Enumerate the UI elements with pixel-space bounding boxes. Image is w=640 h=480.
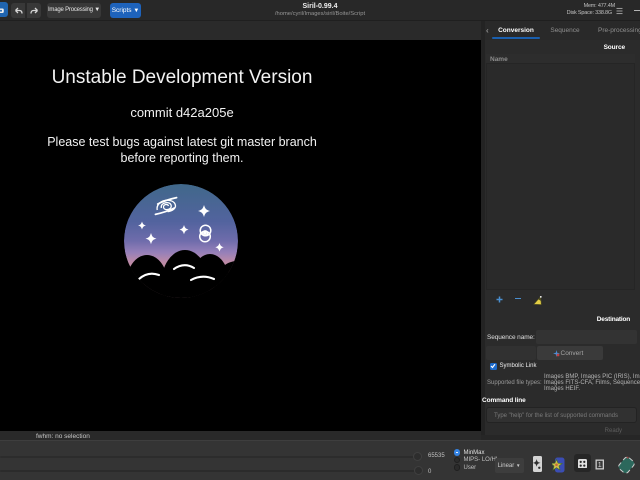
svg-text:1: 1 bbox=[598, 462, 602, 469]
